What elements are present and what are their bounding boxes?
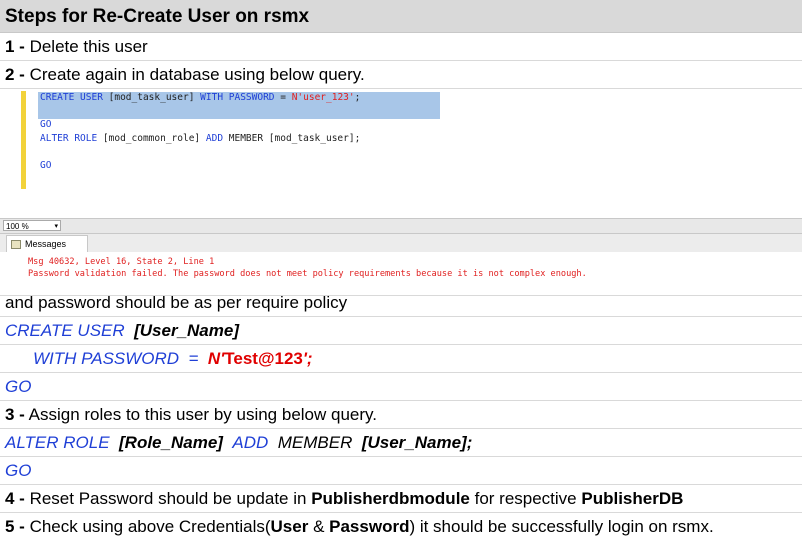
messages-pane: Msg 40632, Level 16, State 2, Line 1 Pas… bbox=[0, 252, 802, 295]
policy-note: and password should be as per require po… bbox=[0, 294, 802, 317]
step-3: 3 - Assign roles to this user by using b… bbox=[0, 401, 802, 429]
editor-status-bar: 100 % ▾ bbox=[0, 218, 802, 234]
results-tab-strip: Messages bbox=[0, 234, 802, 252]
chevron-down-icon: ▾ bbox=[54, 223, 58, 230]
code-line-create: CREATE USER [mod_task_user] WITH PASSWOR… bbox=[40, 92, 361, 103]
step-number: 5 - bbox=[5, 517, 25, 536]
tab-messages[interactable]: Messages bbox=[6, 235, 88, 252]
step-number: 4 - bbox=[5, 489, 25, 508]
messages-icon bbox=[11, 240, 21, 250]
query-editor: CREATE USER [mod_task_user] WITH PASSWOR… bbox=[0, 89, 802, 217]
error-message-text: Password validation failed. The password… bbox=[28, 269, 587, 279]
query-go-2: GO bbox=[0, 457, 802, 485]
code-line-go-2: GO bbox=[40, 160, 52, 171]
document: Steps for Re-Create User on rsmx 1 - Del… bbox=[0, 0, 802, 540]
step-2: 2 - Create again in database using below… bbox=[0, 61, 802, 89]
query-alter-line: ALTER ROLE [Role_Name] ADD MEMBER [User_… bbox=[0, 429, 802, 457]
step-number: 3 - bbox=[5, 405, 25, 424]
step-text: Delete this user bbox=[24, 37, 148, 56]
query-go-1: GO bbox=[0, 373, 802, 401]
code-line-go: GO bbox=[40, 119, 52, 130]
step-number: 1 - bbox=[5, 37, 25, 56]
step-text: Assign roles to this user by using below… bbox=[24, 405, 377, 424]
step-number: 2 - bbox=[5, 65, 25, 84]
query-password-line: WITH PASSWORD = N'Test@123'; bbox=[0, 345, 802, 373]
step-1: 1 - Delete this user bbox=[0, 33, 802, 61]
code-line-alter: ALTER ROLE [mod_common_role] ADD MEMBER … bbox=[40, 133, 361, 144]
step-text: Create again in database using below que… bbox=[24, 65, 365, 84]
query-screenshot: CREATE USER [mod_task_user] WITH PASSWOR… bbox=[0, 89, 802, 296]
error-message-header: Msg 40632, Level 16, State 2, Line 1 bbox=[28, 257, 215, 267]
page-title: Steps for Re-Create User on rsmx bbox=[0, 0, 802, 33]
zoom-select[interactable]: 100 % ▾ bbox=[3, 220, 61, 231]
step-4: 4 - Reset Password should be update in P… bbox=[0, 485, 802, 513]
change-marker bbox=[21, 91, 26, 189]
step-5: 5 - Check using above Credentials(User &… bbox=[5, 517, 714, 536]
query-create-line: CREATE USER [User_Name] bbox=[0, 317, 802, 345]
